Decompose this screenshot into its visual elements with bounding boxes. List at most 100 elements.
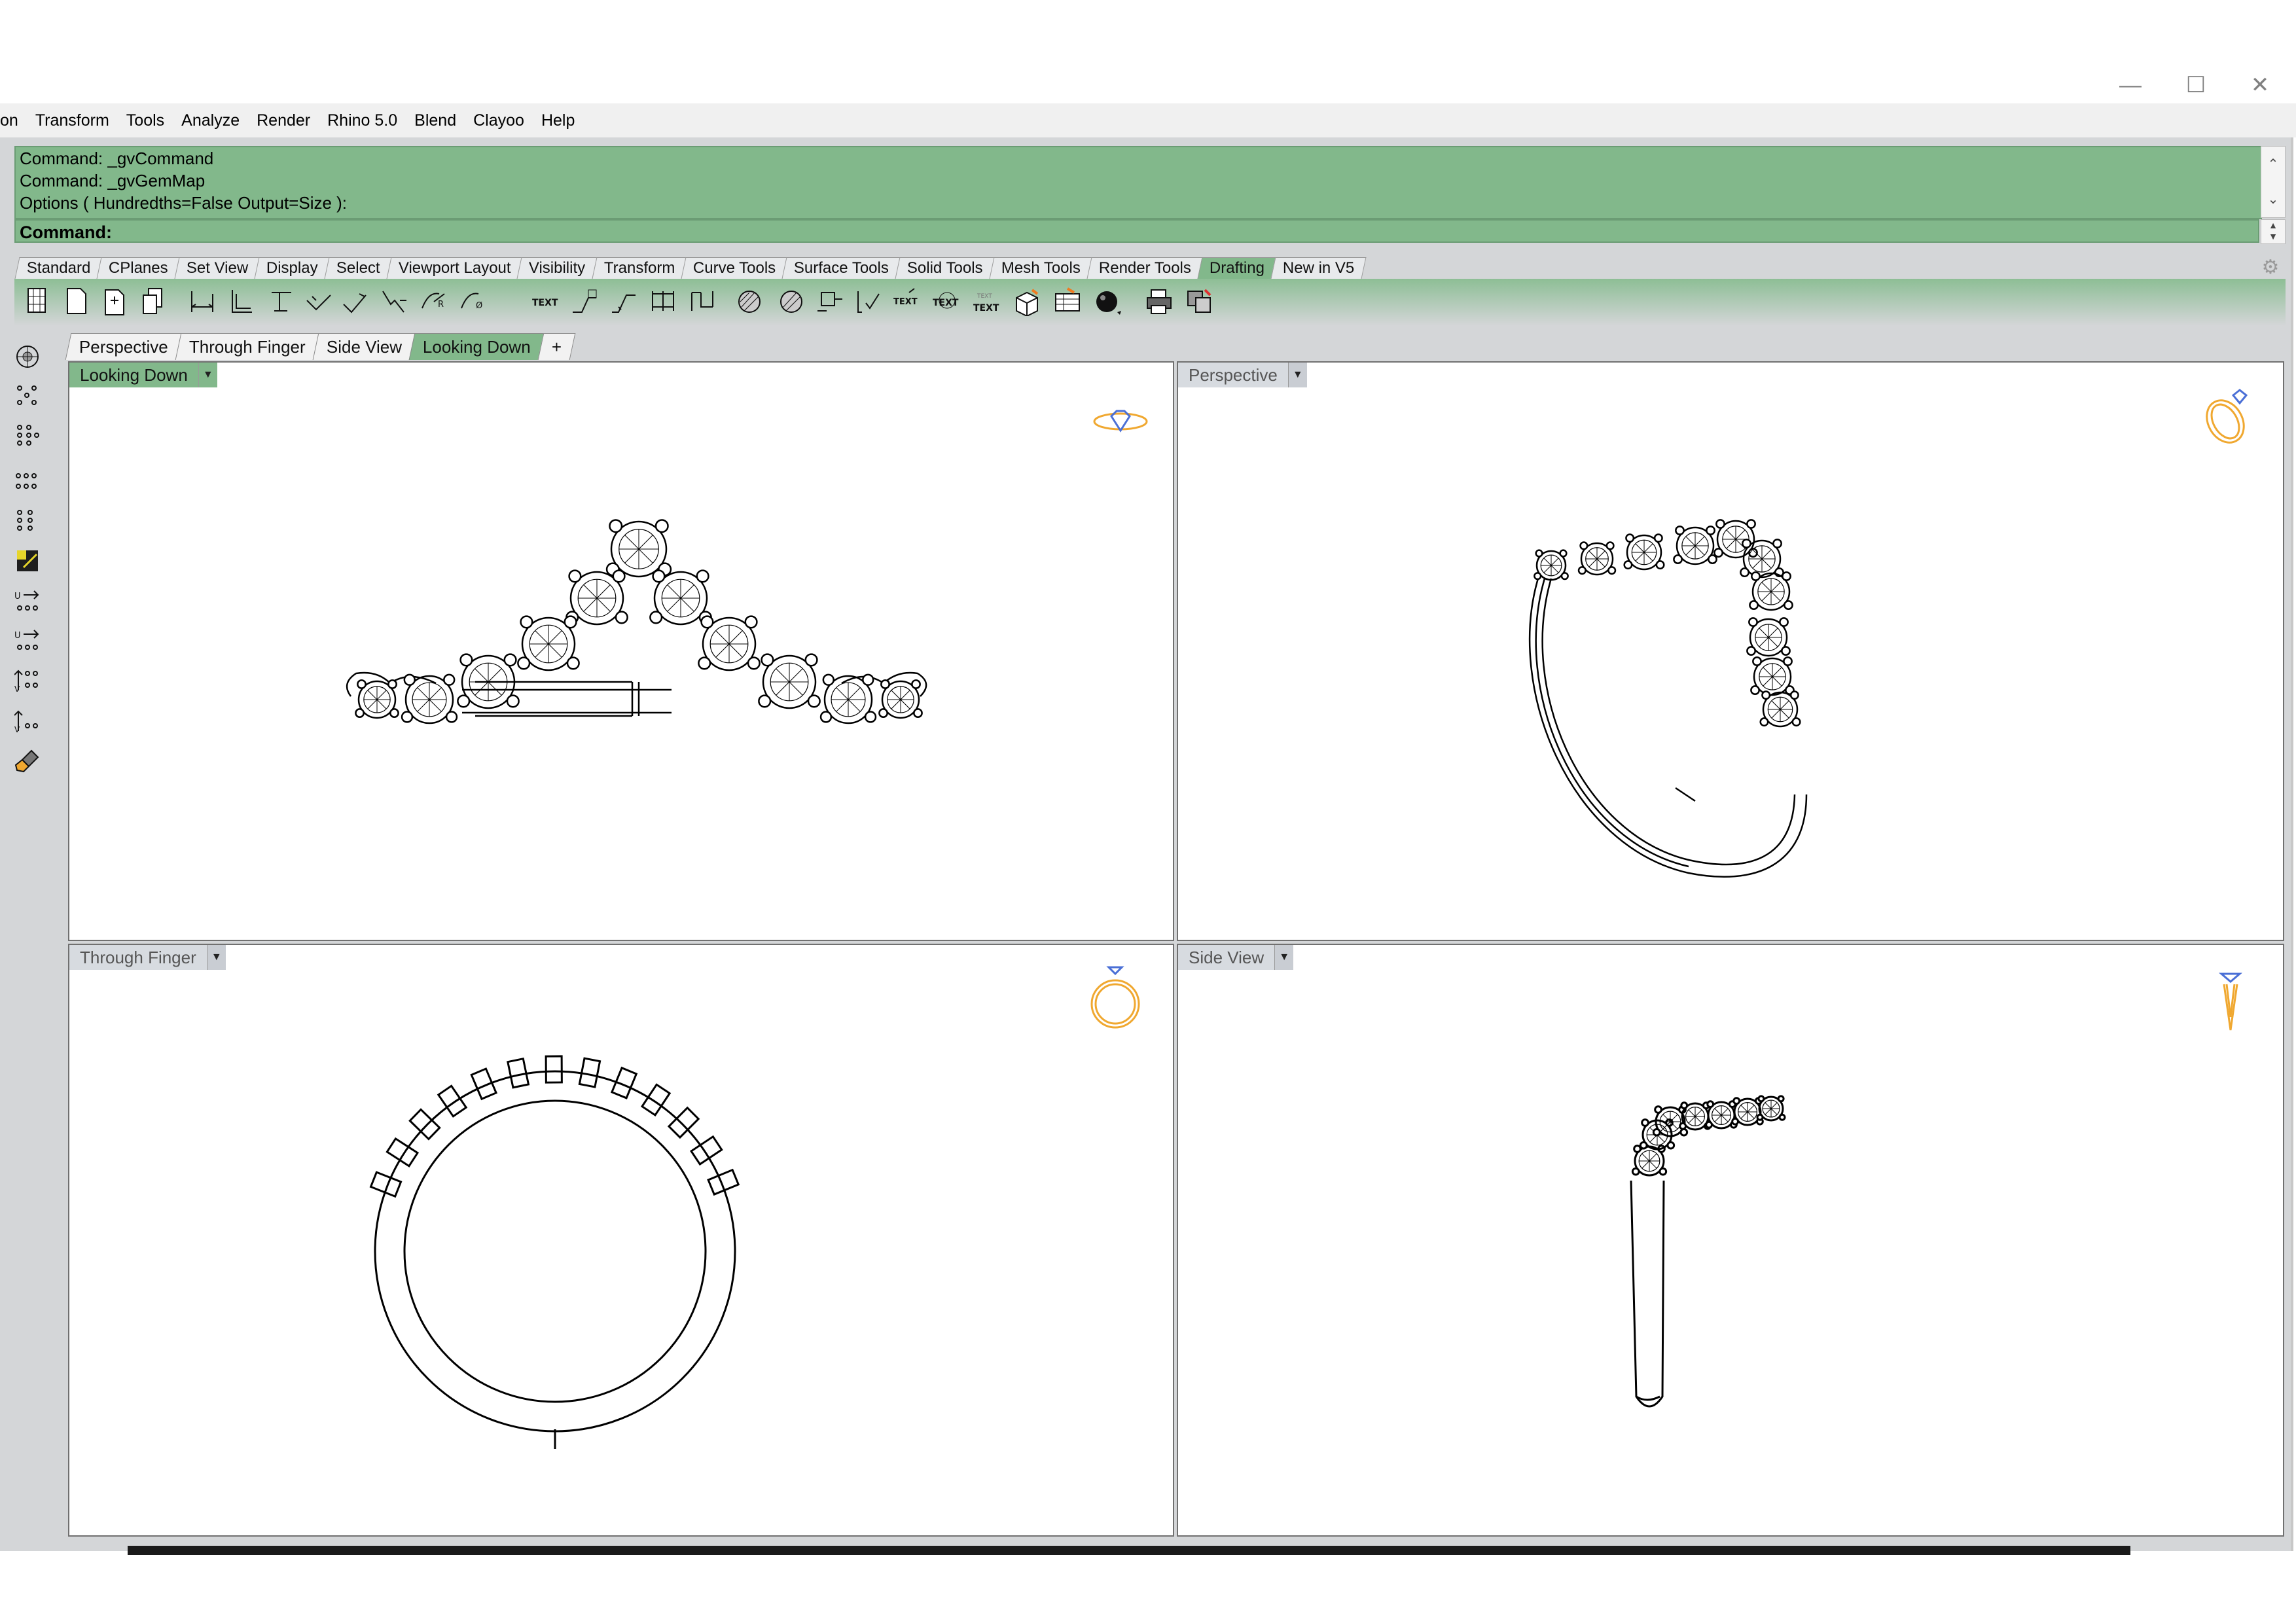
tab-visibility[interactable]: Visibility bbox=[516, 257, 598, 279]
dim-angle-icon[interactable] bbox=[302, 285, 335, 318]
v-direction-icon[interactable]: V bbox=[9, 664, 46, 696]
tab-viewport-layout[interactable]: Viewport Layout bbox=[386, 257, 523, 279]
text-leader-icon[interactable]: TEXT bbox=[891, 285, 924, 318]
hatch-icon[interactable] bbox=[734, 285, 767, 318]
menu-item-tools[interactable]: Tools bbox=[118, 111, 173, 130]
chevron-down-icon[interactable]: ⌄ bbox=[2261, 182, 2285, 217]
make2d-icon[interactable] bbox=[813, 285, 846, 318]
point-row-icon[interactable] bbox=[9, 465, 46, 497]
svg-text:U: U bbox=[14, 592, 21, 601]
viewport-through-finger[interactable]: Through Finger ▼ bbox=[68, 944, 1174, 1537]
text-explode-icon[interactable]: TEXT TEXT bbox=[971, 285, 1004, 318]
tab-select[interactable]: Select bbox=[324, 257, 393, 279]
point-col-icon[interactable] bbox=[9, 504, 46, 537]
caret-down-icon[interactable]: ▼ bbox=[2261, 231, 2285, 242]
layout-icon[interactable] bbox=[1183, 285, 1216, 318]
command-spinner[interactable]: ▲ ▼ bbox=[2261, 219, 2286, 244]
dim-aligned-icon[interactable] bbox=[225, 285, 258, 318]
ring-front-view-drawing bbox=[369, 966, 1140, 1449]
page-copy-icon[interactable] bbox=[137, 285, 170, 318]
menu-item-render[interactable]: Render bbox=[248, 111, 319, 130]
tab-render-tools[interactable]: Render Tools bbox=[1086, 257, 1204, 279]
leader2-icon[interactable] bbox=[607, 285, 640, 318]
dim-rotated-icon[interactable] bbox=[266, 285, 298, 318]
text-icon[interactable]: TEXT bbox=[529, 285, 562, 318]
viewport-tab-side-view[interactable]: Side View bbox=[312, 333, 416, 360]
menu-item-analyze[interactable]: Analyze bbox=[173, 111, 248, 130]
detail-box-icon[interactable] bbox=[1011, 285, 1043, 318]
viewport-tab-through-finger[interactable]: Through Finger bbox=[175, 333, 319, 360]
svg-text:V: V bbox=[14, 685, 20, 693]
leader-icon[interactable] bbox=[568, 285, 601, 318]
tab-cplanes[interactable]: CPlanes bbox=[96, 257, 181, 279]
new-page-icon[interactable] bbox=[60, 285, 93, 318]
u-direction2-icon[interactable]: U bbox=[9, 624, 46, 657]
drafting-toolbar: R Ø TEXT TEXT TEXT TEXT TEXT bbox=[14, 279, 2286, 326]
print-icon[interactable] bbox=[1143, 285, 1175, 318]
menu-item-rhino5[interactable]: Rhino 5.0 bbox=[319, 111, 406, 130]
viewport-looking-down[interactable]: Looking Down ▼ bbox=[68, 361, 1174, 941]
command-prompt-input[interactable]: Command: bbox=[14, 219, 2259, 243]
sphere-icon[interactable] bbox=[1092, 285, 1124, 318]
viewport-tab-perspective[interactable]: Perspective bbox=[65, 333, 183, 360]
command-history: Command: _gvCommand Command: _gvGemMap O… bbox=[14, 146, 2262, 219]
menu-item-help[interactable]: Help bbox=[533, 111, 583, 130]
u-direction-icon[interactable]: U bbox=[9, 585, 46, 618]
dim-chain-icon[interactable] bbox=[686, 285, 719, 318]
viewport-perspective[interactable]: Perspective ▼ bbox=[1177, 361, 2284, 941]
tab-drafting[interactable]: Drafting bbox=[1197, 257, 1277, 279]
point-grid2-icon[interactable] bbox=[9, 419, 46, 452]
dim-diameter-icon[interactable]: Ø bbox=[457, 285, 490, 318]
menu-item-blend[interactable]: Blend bbox=[406, 111, 465, 130]
text-icon-label: TEXT bbox=[532, 298, 558, 308]
page-plus-icon[interactable] bbox=[98, 285, 131, 318]
menu-item-transform[interactable]: Transform bbox=[27, 111, 118, 130]
tab-set-view[interactable]: Set View bbox=[174, 257, 260, 279]
tab-transform[interactable]: Transform bbox=[592, 257, 687, 279]
paint-brush-icon[interactable] bbox=[9, 745, 46, 777]
svg-text:R: R bbox=[438, 300, 444, 310]
ring-top-view-drawing bbox=[346, 410, 1148, 724]
minimize-button[interactable]: — bbox=[2111, 72, 2150, 98]
point-grid-icon[interactable] bbox=[9, 380, 46, 412]
tab-curve-tools[interactable]: Curve Tools bbox=[681, 257, 788, 279]
menu-item-clayoo[interactable]: Clayoo bbox=[465, 111, 533, 130]
gear-icon[interactable]: ⚙ bbox=[2259, 257, 2282, 279]
tab-solid-tools[interactable]: Solid Tools bbox=[895, 257, 996, 279]
grid-page-icon[interactable] bbox=[21, 285, 54, 318]
caret-up-icon[interactable]: ▲ bbox=[2261, 220, 2285, 231]
chevron-up-icon[interactable]: ⌃ bbox=[2261, 147, 2285, 182]
ring-side-view-drawing bbox=[1630, 972, 2243, 1408]
tab-display[interactable]: Display bbox=[254, 257, 331, 279]
menu-bar: on Transform Tools Analyze Render Rhino … bbox=[0, 103, 2296, 137]
tab-surface-tools[interactable]: Surface Tools bbox=[781, 257, 901, 279]
dim-check-icon[interactable] bbox=[852, 285, 885, 318]
dim-radius-icon[interactable] bbox=[378, 285, 411, 318]
add-viewport-tab[interactable]: + bbox=[537, 333, 576, 360]
dim-angle2-icon[interactable] bbox=[339, 285, 372, 318]
status-bar bbox=[128, 1546, 2130, 1555]
dim-baseline-icon[interactable] bbox=[647, 285, 679, 318]
gem-tool-icon[interactable] bbox=[9, 340, 46, 373]
left-toolbar: U U V V bbox=[9, 340, 48, 798]
command-history-line: Command: _gvCommand bbox=[20, 149, 214, 168]
hatch2-icon[interactable] bbox=[774, 285, 806, 318]
v-direction2-icon[interactable]: V bbox=[9, 704, 46, 737]
tab-standard[interactable]: Standard bbox=[14, 257, 103, 279]
dim-radial-r-icon[interactable]: R bbox=[418, 285, 450, 318]
maximize-button[interactable]: ☐ bbox=[2176, 72, 2215, 98]
command-history-scrollbar[interactable]: ⌃ ⌄ bbox=[2261, 146, 2286, 218]
text-object-icon[interactable]: TEXT bbox=[931, 285, 963, 318]
menu-item-dimension[interactable]: on bbox=[0, 111, 27, 130]
dim-linear-icon[interactable] bbox=[186, 285, 219, 318]
close-button[interactable]: ✕ bbox=[2240, 72, 2280, 98]
tab-mesh-tools[interactable]: Mesh Tools bbox=[989, 257, 1093, 279]
tab-new-in-v5[interactable]: New in V5 bbox=[1270, 257, 1367, 279]
viewport-tabs: Perspective Through Finger Side View Loo… bbox=[65, 332, 576, 360]
viewport-side-view[interactable]: Side View ▼ bbox=[1177, 944, 2284, 1537]
layout-table-icon[interactable] bbox=[1051, 285, 1084, 318]
dimension-color-icon[interactable] bbox=[9, 544, 46, 577]
command-history-line: Options ( Hundredths=False Output=Size )… bbox=[20, 193, 348, 213]
viewport-tab-looking-down[interactable]: Looking Down bbox=[408, 333, 545, 360]
command-history-line: Command: _gvGemMap bbox=[20, 171, 206, 190]
